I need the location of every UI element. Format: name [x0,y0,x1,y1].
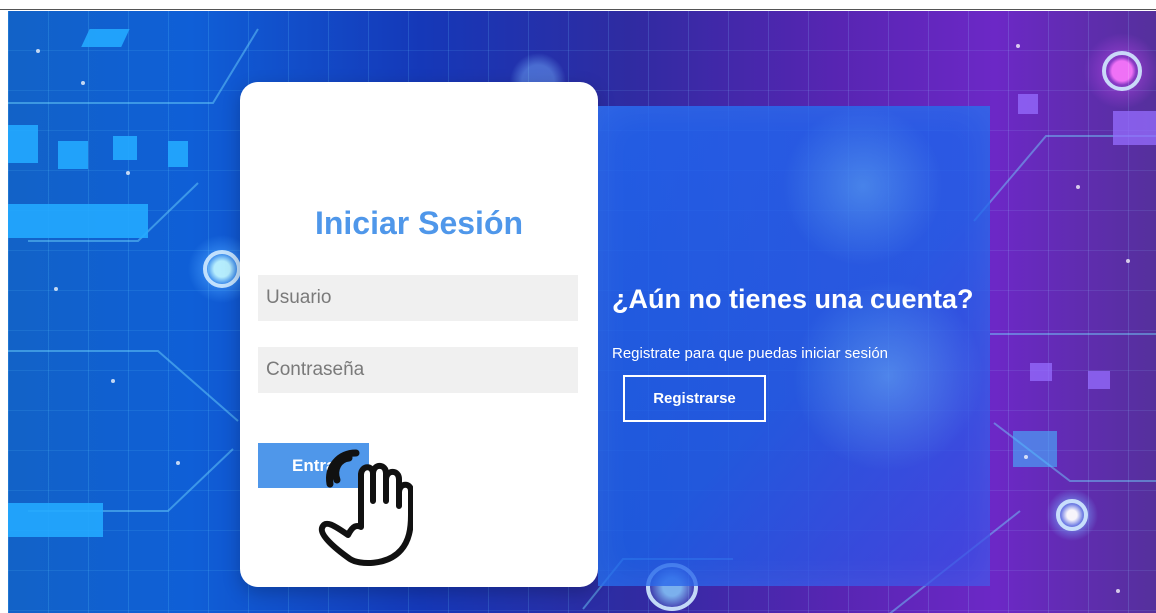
background-dot [176,461,180,465]
circuit-line [8,28,259,104]
login-screen: Iniciar Sesión Entrar ¿Aún no tienes una… [8,11,1156,613]
register-button[interactable]: Registrarse [623,375,766,422]
background-block [58,141,88,169]
background-block [8,204,148,238]
register-panel: ¿Aún no tienes una cuenta? Registrate pa… [598,106,990,586]
circuit-line [28,448,234,512]
background-block [113,136,137,160]
register-description: Registrate para que puedas iniciar sesió… [612,345,888,362]
background-dot [111,379,115,383]
background-block [8,503,103,537]
background-block [1018,94,1038,114]
background-dot [1126,259,1130,263]
background-block [1013,431,1057,467]
background-dot [36,49,40,53]
background-dot [126,171,130,175]
username-input[interactable] [258,275,578,321]
background-block [81,29,130,47]
background-dot [81,81,85,85]
circuit-line [8,350,239,422]
glow-ring [203,250,241,288]
background-block [1113,111,1156,145]
background-block [1088,371,1110,389]
login-submit-button[interactable]: Entrar [258,443,369,488]
background-dot [1076,185,1080,189]
background-dot [1024,455,1028,459]
glow-ring [1102,51,1142,91]
circuit-line [973,135,1156,222]
background-dot [1016,44,1020,48]
background-dot [1116,589,1120,593]
register-title: ¿Aún no tienes una cuenta? [612,284,974,315]
password-input[interactable] [258,347,578,393]
glow-ring [1056,499,1088,531]
background-block [8,125,38,163]
background-dot [54,287,58,291]
login-card: Iniciar Sesión Entrar [240,82,598,587]
login-title: Iniciar Sesión [314,205,524,242]
document-top-frame [0,0,1156,10]
background-block [1030,363,1052,381]
background-block [168,141,188,167]
